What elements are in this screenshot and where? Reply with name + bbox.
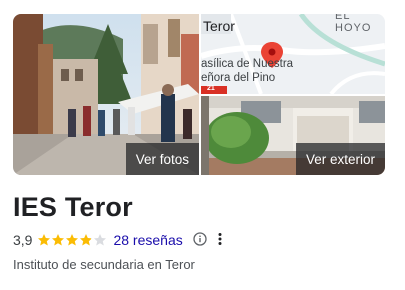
map-label-poi-line1: asílica de Nuestra: [201, 58, 294, 70]
star-icon: [80, 234, 93, 246]
star-icon: [38, 234, 51, 246]
star-icon: [94, 234, 107, 246]
map-label-poi-line2: eñora del Pino: [201, 72, 276, 84]
star-icon: [52, 234, 65, 246]
view-exterior-button[interactable]: Ver exterior: [295, 143, 385, 175]
rating-row: 3,9 28 reseñas: [13, 231, 223, 249]
map-label-area: EL HOYO: [335, 14, 372, 34]
view-photos-button[interactable]: Ver fotos: [125, 143, 199, 175]
exterior-tile[interactable]: Ver exterior: [201, 96, 385, 175]
more-options-icon[interactable]: [217, 232, 223, 249]
map-label-town: Teror: [203, 18, 235, 34]
place-title: IES Teror: [13, 192, 133, 222]
road-number: 21: [207, 85, 215, 92]
reviews-link[interactable]: 28 reseñas: [113, 232, 182, 248]
map-tile[interactable]: Teror EL HOYO asílica de Nuestra eñora d…: [201, 14, 385, 94]
photo-gallery: Ver fotos Teror EL HOYO asílica de Nuest…: [13, 14, 385, 175]
rating-value: 3,9: [13, 232, 33, 248]
info-icon[interactable]: [193, 231, 207, 249]
star-icon: [66, 234, 79, 246]
star-rating: [37, 233, 107, 247]
main-photo-tile[interactable]: Ver fotos: [13, 14, 199, 175]
place-category: Instituto de secundaria en Teror: [13, 257, 195, 272]
